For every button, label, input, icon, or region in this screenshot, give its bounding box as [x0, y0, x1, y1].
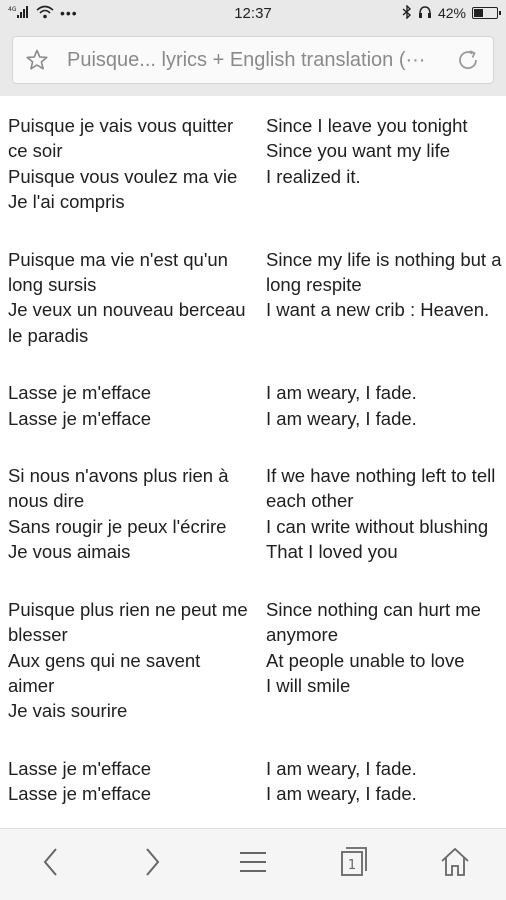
english-column: Since I leave you tonight Since you want … [258, 113, 506, 215]
french-lyric-line: Je vous aimais [8, 541, 131, 563]
french-lyric-line: Puisque je vais vous quitter [8, 115, 234, 136]
french-column: Puisque je vais vous quitter ce soir Puisq… [0, 113, 258, 215]
french-lyric-line: Puisque plus rien ne peut me [8, 598, 248, 620]
french-lyric-line: aimer [8, 674, 55, 696]
bluetooth-icon [402, 3, 412, 22]
tab-count: 1 [348, 858, 356, 873]
english-lyric-line: each other [266, 490, 354, 512]
browser-toolbar: Puisque... lyrics + English translation … [0, 26, 506, 96]
english-lyric-line: I realized it. [266, 165, 361, 187]
french-column: Puisque ma vie n'est qu'un long sursis Je … [0, 247, 258, 349]
english-lyric-line: At people unable to love [266, 649, 465, 671]
wifi-icon [36, 5, 54, 22]
french-lyric-line: Sans rougir je peux l'écrire [8, 515, 227, 537]
status-right: 42% [402, 3, 501, 22]
back-button[interactable] [21, 835, 81, 895]
status-bar: 4G ••• 12:37 42% [0, 0, 506, 26]
french-lyric-line: Puisque vous voulez ma vie [8, 165, 238, 187]
french-lyric-line: Puisque ma vie n'est qu'un [8, 248, 228, 270]
english-lyric-line: I am weary, I fade. [266, 407, 417, 429]
signal-icon: 4G [8, 5, 30, 22]
english-lyric-line: Since my life is nothing but a [266, 248, 502, 270]
battery-icon [472, 7, 501, 19]
lyrics-content: Puisque je vais vous quitter ce soir Puisq… [0, 96, 506, 828]
home-icon [440, 847, 470, 882]
french-lyric-line: Lasse je m'efface [8, 757, 152, 779]
battery-fill [474, 9, 483, 17]
french-lyric-line: blesser [8, 624, 68, 646]
tabs-button[interactable]: 1 [324, 835, 384, 895]
reload-icon[interactable] [455, 47, 481, 73]
french-column: Si nous n'avons plus rien à nous dire Sans… [0, 463, 258, 565]
english-lyric-line: I am weary, I fade. [266, 757, 417, 779]
english-lyric-line: Since nothing can hurt me [266, 598, 481, 620]
english-column: If we have nothing left to tell each othe… [258, 463, 506, 565]
page-title[interactable]: Puisque... lyrics + English translation … [67, 49, 455, 72]
english-lyric-line: I am weary, I fade. [266, 783, 417, 805]
lyrics-stanza: Lasse je m'efface Lasse je m'efface I am w… [0, 380, 506, 431]
french-lyric-line: Lasse je m'efface [8, 407, 152, 429]
french-lyric-line: ce soir [8, 140, 63, 162]
english-lyric-line: I can write without blushing [266, 515, 489, 537]
english-lyric-line: anymore [266, 624, 338, 646]
english-column: I am weary, I fade. I am weary, I fade. [258, 756, 506, 807]
french-lyric-line: Si nous n'avons plus rien à [8, 465, 229, 487]
english-column: Since my life is nothing but a long respi… [258, 247, 506, 349]
lyrics-stanza: Puisque plus rien ne peut me blesser Aux g… [0, 597, 506, 724]
lyrics-stanza: Puisque je vais vous quitter ce soir Puisq… [0, 113, 506, 215]
english-lyric-line: I will smile [266, 674, 351, 696]
lyrics-stanza: Puisque ma vie n'est qu'un long sursis Je … [0, 247, 506, 349]
menu-button[interactable] [223, 835, 283, 895]
status-left: 4G ••• [8, 5, 78, 22]
english-column: I am weary, I fade. I am weary, I fade. [258, 380, 506, 431]
french-column: Lasse je m'efface Lasse je m'efface [0, 380, 258, 431]
english-lyric-line: If we have nothing left to tell [266, 465, 496, 487]
tabs-icon: 1 [340, 847, 368, 882]
french-lyric-line: Lasse je m'efface [8, 382, 152, 404]
french-lyric-line: nous dire [8, 490, 85, 512]
svg-text:4G: 4G [8, 6, 17, 13]
home-button[interactable] [425, 835, 485, 895]
battery-percent: 42% [437, 5, 466, 21]
french-lyric-line: Lasse je m'efface [8, 783, 152, 805]
lyrics-stanza: Lasse je m'efface Lasse je m'efface I am w… [0, 756, 506, 807]
address-bar[interactable]: Puisque... lyrics + English translation … [12, 36, 494, 84]
forward-button[interactable] [122, 835, 182, 895]
english-lyric-line: I am weary, I fade. [266, 382, 417, 404]
french-column: Puisque plus rien ne peut me blesser Aux g… [0, 597, 258, 724]
menu-icon [239, 850, 267, 879]
bottom-nav: 1 [0, 828, 506, 900]
english-lyric-line: I want a new crib : Heaven. [266, 299, 490, 321]
forward-arrow-icon [142, 847, 162, 882]
english-column: Since nothing can hurt me anymore At peopl… [258, 597, 506, 724]
headset-icon [418, 5, 432, 22]
english-lyric-line: Since you want my life [266, 140, 451, 162]
lyrics-stanza: Si nous n'avons plus rien à nous dire Sans… [0, 463, 506, 565]
french-lyric-line: Je vais sourire [8, 700, 128, 722]
bookmark-star-icon[interactable] [25, 48, 49, 72]
english-lyric-line: Since I leave you tonight [266, 115, 468, 136]
french-lyric-line: long sursis [8, 274, 97, 296]
french-column: Lasse je m'efface Lasse je m'efface [0, 756, 258, 807]
english-lyric-line: That I loved you [266, 541, 398, 563]
french-lyric-line: Je l'ai compris [8, 191, 125, 213]
more-dots-icon: ••• [60, 5, 78, 21]
english-lyric-line: long respite [266, 274, 362, 296]
back-arrow-icon [41, 847, 61, 882]
french-lyric-line: Je veux un nouveau berceau [8, 299, 246, 321]
french-lyric-line: Aux gens qui ne savent [8, 649, 201, 671]
french-lyric-line: le paradis [8, 324, 89, 346]
